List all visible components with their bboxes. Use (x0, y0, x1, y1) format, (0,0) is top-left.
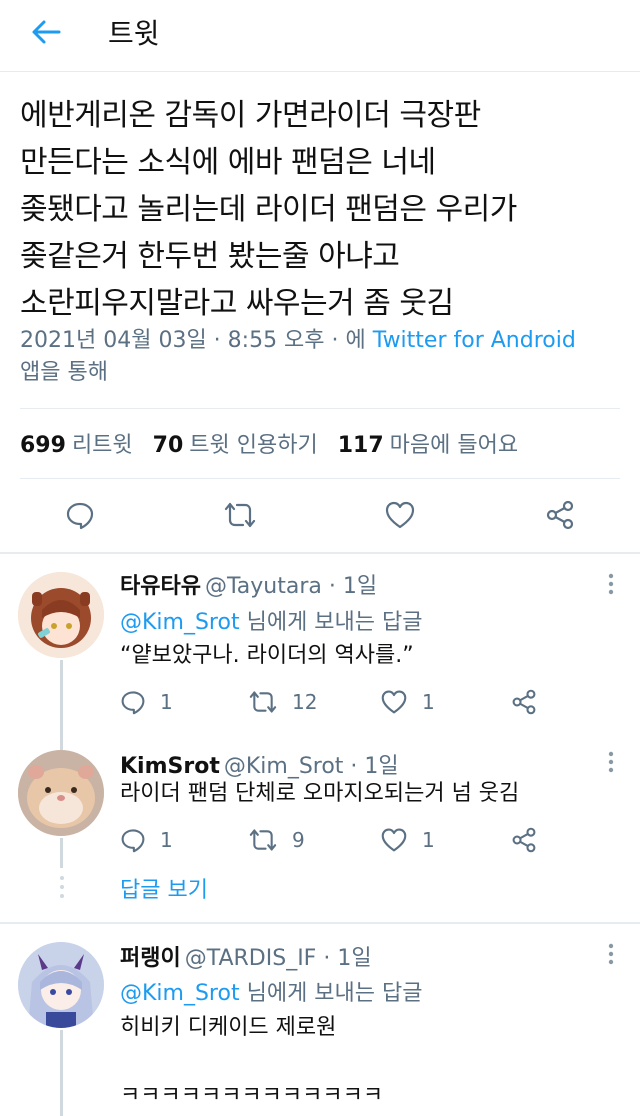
reply-text: 히비키 디케이드 제로원 ㅋㅋㅋㅋㅋㅋㅋㅋㅋㅋㅋㅋㅋ (120, 1015, 384, 1108)
more-options-icon[interactable] (606, 572, 616, 596)
anime-avatar-image (18, 572, 104, 658)
reply-button[interactable] (60, 495, 100, 535)
thread-dots (58, 876, 66, 903)
tweet-date: 2021년 04월 03일 · 8:55 오후 · 에 (20, 328, 373, 353)
reply-count: 1 (160, 828, 173, 852)
reply-button[interactable]: 1 (120, 825, 173, 855)
hamster-avatar-image (18, 750, 104, 836)
mention-link[interactable]: @Kim_Srot (120, 610, 240, 635)
retweet-button[interactable]: 9 (248, 825, 305, 855)
back-button[interactable] (28, 14, 64, 50)
retweet-button[interactable]: 12 (248, 687, 317, 717)
retweet-icon (224, 502, 256, 528)
handle-and-time: @Kim_Srot · 1일 (223, 754, 399, 779)
handle-and-time: @TARDIS_IF · 1일 (184, 946, 372, 971)
quotes-count: 70 (152, 433, 184, 458)
reply-text: “얕보았구나. 라이더의 역사를.” (120, 643, 414, 668)
anime-avatar-image (18, 942, 104, 1028)
reply-to-line: @Kim_Srot 님에게 보내는 답글 (120, 604, 423, 636)
like-button[interactable] (380, 495, 420, 535)
divider (20, 478, 620, 479)
handle-and-time: @Tayutara · 1일 (204, 574, 378, 599)
reply-header: 퍼랭이 @TARDIS_IF · 1일 (120, 940, 372, 972)
tweet-stats: 699 리트윗 70 트윗 인용하기 117 마음에 들어요 (20, 427, 518, 459)
more-options-icon[interactable] (606, 942, 616, 966)
thread-line (60, 838, 63, 868)
retweets-label: 리트윗 (71, 433, 133, 458)
show-replies-link[interactable]: 답글 보기 (120, 872, 208, 904)
share-button[interactable] (510, 687, 538, 717)
reply-icon (121, 691, 145, 715)
retweet-button[interactable] (220, 495, 260, 535)
tweet-timestamp: 2021년 04월 03일 · 8:55 오후 · 에 Twitter for … (20, 325, 600, 389)
more-options-icon[interactable] (606, 750, 616, 774)
retweet-count: 12 (292, 690, 318, 714)
share-icon (512, 689, 536, 715)
like-count: 1 (422, 690, 435, 714)
page-title: 트윗 (108, 17, 160, 50)
divider (20, 408, 620, 409)
tweet-text: 에반게리온 감독이 가면라이더 극장판 만든다는 소식에 에바 팬덤은 너네 좆… (20, 98, 517, 321)
likes-count: 117 (337, 433, 384, 458)
top-bar: 트윗 (0, 0, 640, 72)
quotes-label: 트윗 인용하기 (189, 433, 318, 458)
like-count: 1 (422, 828, 435, 852)
thread-line (60, 1030, 63, 1116)
display-name[interactable]: 타유타유 (120, 574, 201, 599)
display-name[interactable]: 퍼랭이 (120, 946, 181, 971)
reply-icon (66, 502, 94, 530)
avatar[interactable] (18, 750, 104, 836)
share-button[interactable] (510, 825, 538, 855)
reply-to-suffix: 님에게 보내는 답글 (239, 610, 423, 635)
share-icon (546, 500, 574, 530)
tweet-actions (0, 495, 640, 537)
quotes-stat[interactable]: 70 트윗 인용하기 (153, 427, 318, 459)
reply-to-suffix: 님에게 보내는 답글 (239, 981, 423, 1006)
avatar[interactable] (18, 572, 104, 658)
arrow-left-icon (32, 20, 61, 44)
mention-link[interactable]: @Kim_Srot (120, 981, 240, 1006)
heart-icon (385, 501, 415, 529)
retweet-icon (249, 829, 277, 851)
heart-icon (381, 690, 407, 714)
reply-button[interactable]: 1 (120, 687, 173, 717)
display-name[interactable]: KimSrot (120, 754, 220, 779)
avatar[interactable] (18, 942, 104, 1028)
like-button[interactable]: 1 (380, 825, 435, 855)
like-button[interactable]: 1 (380, 687, 435, 717)
retweets-count: 699 (20, 433, 66, 458)
reply-text: 라이더 팬덤 단체로 오마지오되는거 넘 웃김 (120, 781, 520, 806)
divider (0, 552, 640, 554)
reply-icon (121, 829, 145, 853)
heart-icon (381, 828, 407, 852)
reply-actions: 1 12 1 (120, 687, 540, 717)
divider (0, 922, 640, 924)
retweet-icon (249, 691, 277, 713)
thread-line (60, 660, 63, 755)
share-icon (512, 827, 536, 853)
reply-header: 타유타유 @Tayutara · 1일 (120, 568, 377, 600)
retweets-stat[interactable]: 699 리트윗 (20, 427, 133, 459)
reply-actions: 1 9 1 (120, 825, 540, 855)
reply-header: KimSrot @Kim_Srot · 1일 (120, 748, 399, 780)
retweet-count: 9 (292, 828, 305, 852)
reply-count: 1 (160, 690, 173, 714)
share-button[interactable] (540, 495, 580, 535)
tweet-source-suffix: 앱을 통해 (20, 360, 108, 385)
likes-label: 마음에 들어요 (389, 433, 519, 458)
reply-to-line: @Kim_Srot 님에게 보내는 답글 (120, 975, 423, 1007)
likes-stat[interactable]: 117 마음에 들어요 (338, 427, 518, 459)
tweet-source-link[interactable]: Twitter for Android (373, 328, 576, 353)
